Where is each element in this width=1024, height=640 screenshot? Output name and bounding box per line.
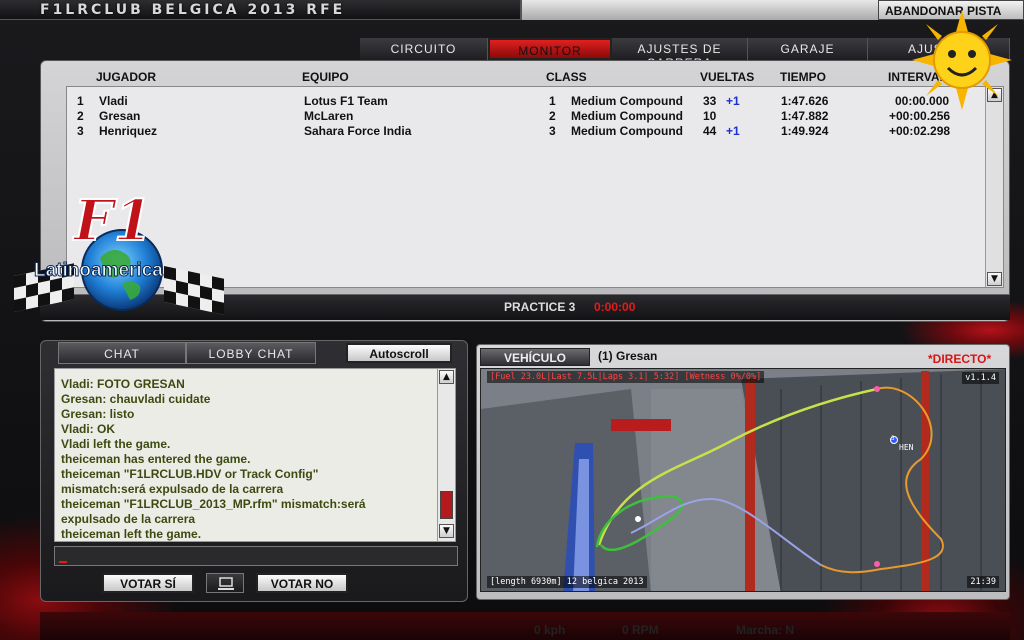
tab-garaje[interactable]: GARAJE xyxy=(748,38,868,60)
row-team: Lotus F1 Team xyxy=(304,94,388,108)
row-laps: 44 xyxy=(703,124,717,138)
row-class-pos: 2 xyxy=(549,109,556,123)
hud-clock: 21:39 xyxy=(967,576,999,588)
speed-readout: 0 kph xyxy=(534,623,566,637)
chat-line: Vladi left the game. xyxy=(61,437,171,451)
live-badge: *DIRECTO* xyxy=(928,352,992,366)
onboard-camera-view[interactable]: [Fuel 23.0L|Last 7.5L|Laps 3.1| 5:32] [W… xyxy=(480,368,1006,592)
chat-log: Vladi: FOTO GRESAN Gresan: chauvladi cui… xyxy=(54,368,456,542)
window-title-bar: F1LRCLUB BELGICA 2013 RFE xyxy=(0,0,520,20)
vehicle-button[interactable]: VEHÍCULO xyxy=(480,348,590,366)
track-info-hud: [length 6930m] 12 belgica 2013 xyxy=(487,576,647,588)
table-row[interactable]: 2 Gresan McLaren 2 Medium Compound 10 1:… xyxy=(67,109,987,124)
row-compound: Medium Compound xyxy=(571,124,683,138)
row-time: 1:47.882 xyxy=(781,109,829,123)
col-equipo: EQUIPO xyxy=(302,70,349,84)
table-row[interactable]: 1 Vladi Lotus F1 Team 1 Medium Compound … xyxy=(67,94,987,109)
table-row[interactable]: 3 Henriquez Sahara Force India 3 Medium … xyxy=(67,124,987,139)
chat-line: theiceman has entered the game. xyxy=(61,452,251,466)
telemetry-hud: [Fuel 23.0L|Last 7.5L|Laps 3.1| 5:32] [W… xyxy=(487,371,765,383)
gear-readout: Marcha: N xyxy=(736,623,795,637)
row-position: 2 xyxy=(77,109,84,123)
chat-line: Vladi: FOTO GRESAN xyxy=(61,377,185,391)
logo-mark: F1 xyxy=(73,187,154,255)
chat-line: Gresan: chauvladi cuidate xyxy=(61,392,211,406)
results-scrollbar[interactable]: ▲ ▼ xyxy=(985,87,1003,287)
row-time: 1:49.924 xyxy=(781,124,829,138)
window-title: F1LRCLUB BELGICA 2013 RFE xyxy=(40,2,346,18)
tab-circuito[interactable]: CIRCUITO xyxy=(360,38,488,60)
chat-line: expulsado de la carrera xyxy=(61,512,196,526)
sun-mascot-icon xyxy=(912,10,1012,110)
col-vueltas: VUELTAS xyxy=(700,70,755,84)
row-interval: +00:02.298 xyxy=(889,124,951,138)
driver-marker-label: HEN xyxy=(899,443,914,452)
row-laps-plus: +1 xyxy=(726,94,740,108)
session-label: PRACTICE 3 xyxy=(504,300,576,314)
vote-yes-button[interactable]: VOTAR SÍ xyxy=(102,573,194,593)
chat-line: theiceman "F1LRCLUB_2013_MP.rfm" mismatc… xyxy=(61,497,366,511)
chat-line: theiceman "F1LRCLUB.HDV or Track Config" xyxy=(61,467,319,481)
autoscroll-button[interactable]: Autoscroll xyxy=(346,343,452,363)
row-position: 3 xyxy=(77,124,84,138)
vote-no-button[interactable]: VOTAR NO xyxy=(256,573,348,593)
logo-text: Latinoamerica xyxy=(34,260,164,282)
row-interval: +00:00.256 xyxy=(889,109,951,123)
row-position: 1 xyxy=(77,94,84,108)
chat-line: theiceman left the game. xyxy=(61,527,202,541)
chat-input[interactable] xyxy=(54,546,458,566)
vehicle-driver-name: (1) Gresan xyxy=(598,349,658,363)
tab-monitor[interactable]: MONITOR xyxy=(488,38,612,60)
row-team: Sahara Force India xyxy=(304,124,412,138)
tab-ajustes-carrera[interactable]: AJUSTES DE CARRERA xyxy=(612,38,748,60)
row-time: 1:47.626 xyxy=(781,94,829,108)
row-team: McLaren xyxy=(304,109,354,123)
row-driver: Henriquez xyxy=(99,124,158,138)
hud-version: v1.1.4 xyxy=(962,372,999,384)
row-laps-plus: +1 xyxy=(726,124,740,138)
row-class-pos: 3 xyxy=(549,124,556,138)
rpm-readout: 0 RPM xyxy=(622,623,659,637)
chat-line: mismatch:será expulsado de la carrera xyxy=(61,482,284,496)
col-class: CLASS xyxy=(546,70,587,84)
row-driver: Gresan xyxy=(99,109,141,123)
chat-scrollbar[interactable]: ▲ ▼ xyxy=(437,369,455,541)
session-time: 0:00:00 xyxy=(594,300,636,314)
scroll-up-icon[interactable]: ▲ xyxy=(439,370,454,384)
tab-chat[interactable]: CHAT xyxy=(58,342,186,364)
row-compound: Medium Compound xyxy=(571,109,683,123)
row-laps: 10 xyxy=(703,109,717,123)
row-laps: 33 xyxy=(703,94,717,108)
f1-latinoamerica-logo: F1 Latinoamerica xyxy=(14,187,224,328)
tab-lobby-chat[interactable]: LOBBY CHAT xyxy=(186,342,316,364)
text-cursor xyxy=(59,561,67,563)
chat-scroll-thumb[interactable] xyxy=(440,491,453,519)
row-driver: Vladi xyxy=(99,94,128,108)
col-tiempo: TIEMPO xyxy=(780,70,827,84)
monitor-icon xyxy=(218,577,234,590)
scroll-down-icon[interactable]: ▼ xyxy=(987,272,1002,286)
driver-marker-number: 3 xyxy=(891,435,895,442)
monitor-button[interactable] xyxy=(206,573,244,593)
row-class-pos: 1 xyxy=(549,94,556,108)
row-compound: Medium Compound xyxy=(571,94,683,108)
chat-line: Gresan: listo xyxy=(61,407,135,421)
col-jugador: JUGADOR xyxy=(96,70,157,84)
chat-line: Vladi: OK xyxy=(61,422,116,436)
scroll-down-icon[interactable]: ▼ xyxy=(439,524,454,538)
track-scene xyxy=(481,369,1005,591)
title-bar-spacer xyxy=(520,0,878,20)
bottom-status-bar xyxy=(40,612,1010,640)
